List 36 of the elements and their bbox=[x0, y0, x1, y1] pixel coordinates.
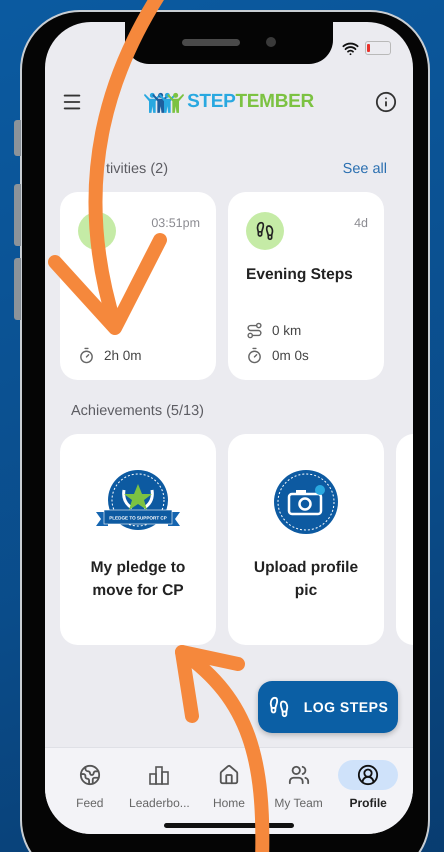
timer-icon bbox=[78, 347, 95, 364]
wifi-icon bbox=[342, 40, 359, 56]
section-title: tivities (2) bbox=[106, 161, 168, 177]
timer-icon bbox=[246, 347, 263, 364]
podium-icon bbox=[148, 764, 170, 786]
speaker-grille bbox=[182, 38, 240, 46]
activity-title: Evening Steps bbox=[246, 266, 354, 284]
info-icon[interactable] bbox=[374, 91, 397, 113]
duration-text: 0m 0s bbox=[272, 348, 309, 363]
battery-icon bbox=[365, 41, 391, 55]
see-all-link[interactable]: See all bbox=[342, 161, 387, 177]
footprints-icon bbox=[268, 696, 290, 718]
activity-time: 4d bbox=[354, 216, 368, 230]
distance-text: 0 km bbox=[272, 323, 302, 338]
logo-text: STEP bbox=[187, 91, 236, 113]
people-icon bbox=[288, 764, 310, 786]
nav-tab[interactable]: Leaderbo... bbox=[124, 760, 194, 810]
nav-tab[interactable]: Home bbox=[194, 760, 264, 810]
globe-icon bbox=[78, 764, 101, 786]
section-title: Achievements (5/13) bbox=[71, 403, 204, 419]
activity-card[interactable]: 4d Evening Steps 0 km 0m 0s bbox=[228, 192, 384, 380]
profile-icon bbox=[357, 764, 380, 786]
log-steps-button[interactable]: LOG STEPS bbox=[258, 681, 398, 733]
footprints-icon bbox=[255, 221, 275, 241]
route-icon bbox=[246, 322, 263, 339]
achievement-card[interactable]: Upload profile pic bbox=[228, 434, 384, 645]
achievement-title: Upload profile pic bbox=[252, 558, 360, 601]
camera-badge-icon bbox=[272, 468, 340, 536]
logo-text: TEMBER bbox=[236, 91, 314, 113]
duration-text: 2h 0m bbox=[104, 348, 142, 363]
camera-dot bbox=[266, 37, 276, 47]
achievement-title: My pledge to move for CP bbox=[90, 558, 186, 601]
activity-time: 03:51pm bbox=[151, 216, 200, 230]
nav-tab[interactable]: Feed bbox=[55, 760, 125, 810]
nav-tab[interactable]: My Team bbox=[264, 760, 334, 810]
home-icon bbox=[218, 764, 240, 786]
